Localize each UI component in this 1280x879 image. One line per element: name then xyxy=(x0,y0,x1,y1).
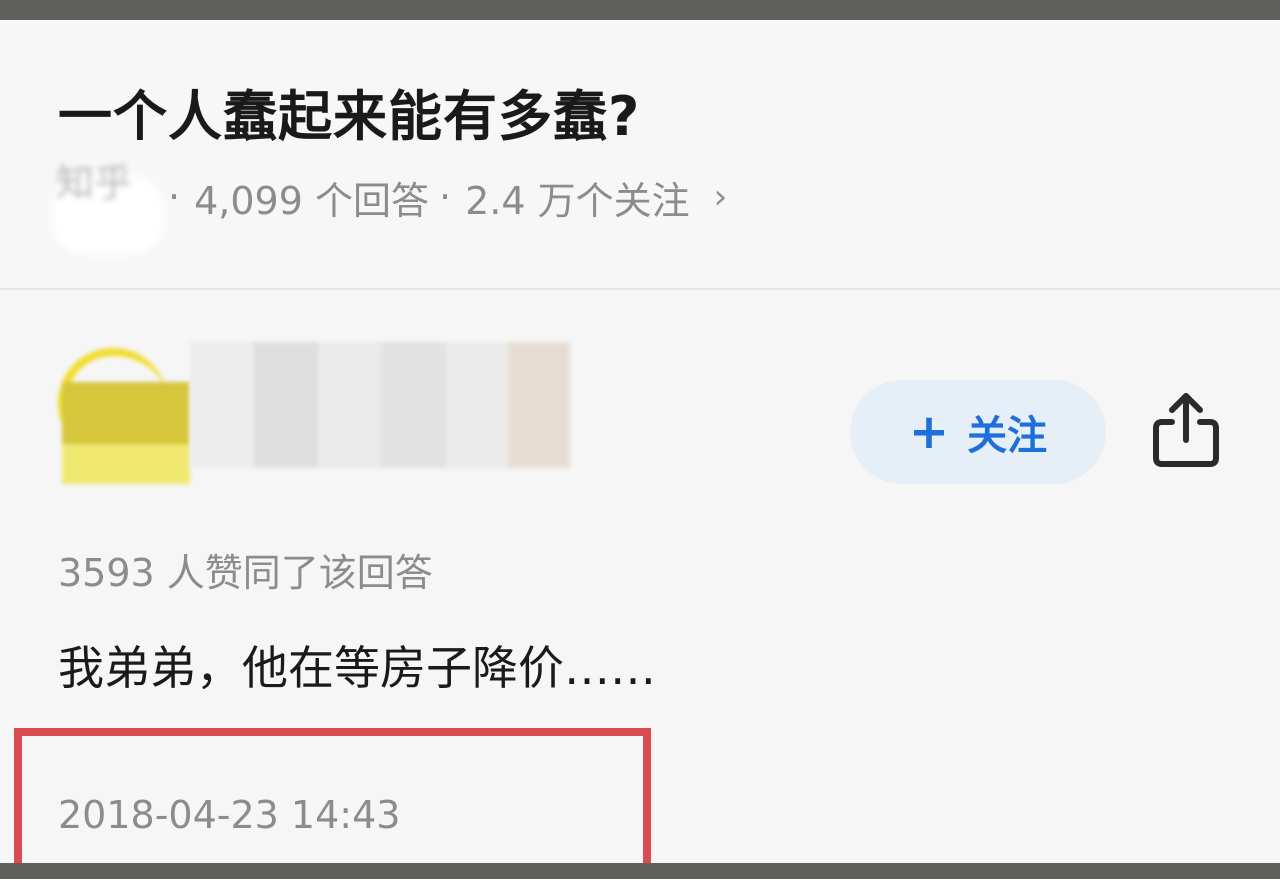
follow-button[interactable]: + 关注 xyxy=(850,380,1106,484)
answer-timestamp: 2018-04-23 14:43 xyxy=(58,793,401,837)
author-name-redacted[interactable] xyxy=(190,342,570,468)
avatar-pixel xyxy=(62,382,190,446)
answer-content[interactable]: 我弟弟，他在等房子降价…… xyxy=(58,632,656,698)
share-icon[interactable] xyxy=(1150,390,1222,470)
answers-count: 4,099 个回答 xyxy=(194,178,429,223)
question-header: 一个人蠢起来能有多蠢? 知乎 · 4,099 个回答 · 2.4 万个关注 › xyxy=(0,20,1280,288)
meta-separator: · xyxy=(168,175,181,219)
app-screen: 一个人蠢起来能有多蠢? 知乎 · 4,099 个回答 · 2.4 万个关注 › xyxy=(0,20,1280,863)
answer-card: + 关注 3593 人赞同了该回答 我弟弟，他在等房子降价…… 2018-04-… xyxy=(0,290,1280,863)
question-title[interactable]: 一个人蠢起来能有多蠢? xyxy=(58,72,640,151)
question-meta[interactable]: 知乎 · 4,099 个回答 · 2.4 万个关注 › xyxy=(56,161,728,248)
follow-button-label: 关注 xyxy=(967,413,1048,459)
photo-frame: 一个人蠢起来能有多蠢? 知乎 · 4,099 个回答 · 2.4 万个关注 › xyxy=(0,0,1280,879)
meta-separator: · xyxy=(438,175,452,219)
chevron-right-icon[interactable]: › xyxy=(714,177,728,217)
avatar[interactable] xyxy=(58,348,193,484)
likes-text: 3593 人赞同了该回答 xyxy=(58,551,433,595)
avatar-pixel xyxy=(62,444,190,484)
topic-ghost-text: 知乎 xyxy=(56,161,133,205)
followers-count: 2.4 万个关注 xyxy=(465,178,690,223)
plus-icon: + xyxy=(908,404,950,460)
topic-redacted-blur: 知乎 xyxy=(56,161,158,248)
